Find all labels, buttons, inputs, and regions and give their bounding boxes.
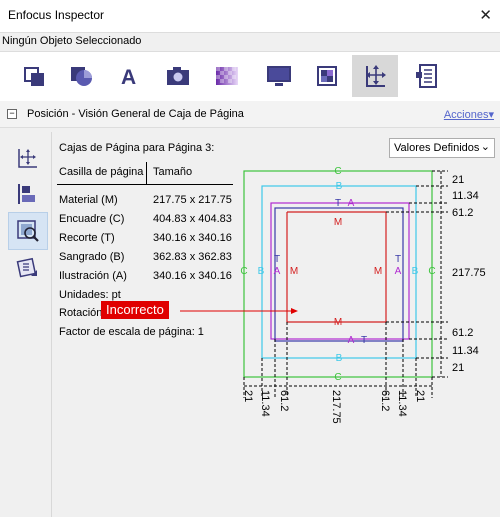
bleed-letter: B: [336, 181, 343, 192]
incorrect-badge: Incorrecto: [101, 301, 169, 319]
right-value: 21: [452, 362, 464, 374]
right-value: 61.2: [452, 327, 473, 339]
bottom-value: 21: [414, 390, 426, 402]
bottom-value: 21: [242, 390, 254, 402]
media-letter: M: [290, 266, 298, 277]
crop-letter: C: [240, 266, 247, 277]
bleed-letter: B: [336, 353, 343, 364]
trim-letter: T: [274, 254, 280, 265]
media-box-rect: [286, 211, 387, 323]
trim-letter: T: [335, 198, 341, 209]
bleed-letter: B: [258, 266, 265, 277]
right-value: 11.34: [452, 190, 479, 202]
bottom-value: 61.2: [379, 390, 391, 411]
media-letter: M: [334, 317, 342, 328]
media-letter: M: [374, 266, 382, 277]
page-box-diagram: C C C C B B B B T T T T A A A A M M M M …: [180, 166, 486, 424]
bleed-letter: B: [412, 266, 419, 277]
crop-letter: C: [334, 372, 341, 383]
bottom-value: 11.34: [396, 390, 408, 417]
bottom-value: 11.34: [259, 390, 271, 417]
right-value: 21: [452, 174, 464, 186]
right-value: 217.75: [452, 267, 486, 279]
art-letter: A: [348, 335, 355, 346]
trim-letter: T: [395, 254, 401, 265]
art-letter: A: [348, 198, 355, 209]
trim-letter: T: [361, 335, 367, 346]
right-value: 11.34: [452, 345, 479, 357]
art-letter: A: [395, 266, 402, 277]
bottom-value: 217.75: [330, 390, 342, 424]
crop-letter: C: [334, 166, 341, 177]
crop-letter: C: [428, 266, 435, 277]
right-value: 61.2: [452, 207, 473, 219]
media-letter: M: [334, 217, 342, 228]
art-letter: A: [274, 266, 281, 277]
bottom-value: 61.2: [278, 390, 290, 411]
